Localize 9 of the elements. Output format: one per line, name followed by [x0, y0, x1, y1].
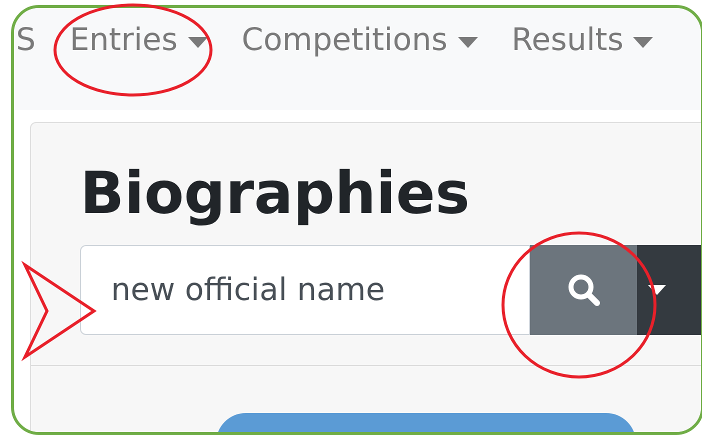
- search-button[interactable]: [530, 245, 637, 335]
- nav-link[interactable]: Results: [512, 22, 654, 58]
- nav-link[interactable]: Competitions: [242, 22, 478, 58]
- caret-icon: [648, 285, 666, 295]
- search-field[interactable]: new official name: [80, 245, 530, 335]
- nav-link[interactable]: S: [16, 22, 36, 58]
- page-heading: Biographies: [80, 158, 471, 229]
- dropdown-button[interactable]: [637, 245, 701, 335]
- nav-link[interactable]: Entries: [70, 22, 208, 58]
